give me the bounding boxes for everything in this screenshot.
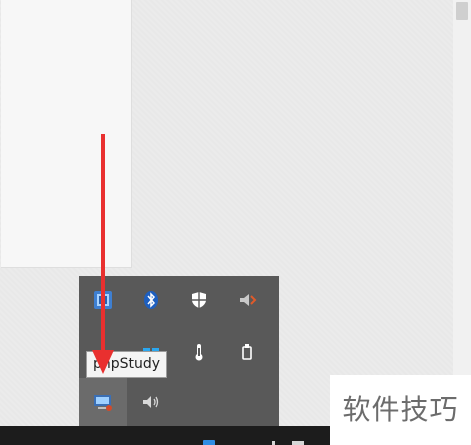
- taskbar-glyph: [272, 441, 275, 445]
- taskbar-app-indicator[interactable]: [203, 440, 215, 445]
- speaker-alert-icon[interactable]: [223, 276, 271, 324]
- annotation-arrow: [101, 134, 105, 354]
- taskbar-glyph: [292, 441, 304, 445]
- windows-security-icon[interactable]: [175, 276, 223, 324]
- phpstudy-icon[interactable]: [79, 378, 127, 426]
- thermometer-icon[interactable]: [175, 328, 223, 376]
- left-pane: [1, 0, 132, 268]
- scrollbar-thumb[interactable]: [456, 2, 468, 20]
- watermark: 软件技巧: [330, 375, 471, 445]
- volume-icon[interactable]: [127, 378, 175, 426]
- bluetooth-icon[interactable]: [127, 276, 175, 324]
- annotation-arrow-head: [92, 350, 114, 374]
- taskbar: [0, 426, 330, 445]
- usb-drive-icon[interactable]: [223, 328, 271, 376]
